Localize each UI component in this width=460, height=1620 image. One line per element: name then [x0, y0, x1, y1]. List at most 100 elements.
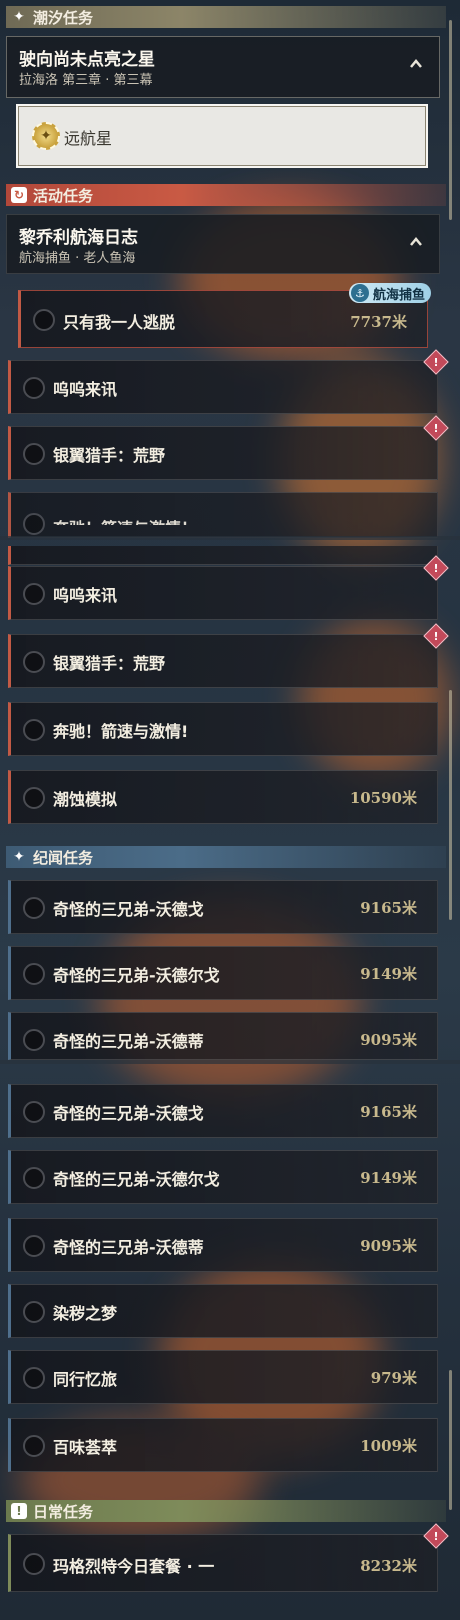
task-tag: ⚓ 航海捕鱼	[348, 283, 431, 303]
radio-indicator[interactable]	[23, 1101, 45, 1123]
radio-indicator[interactable]	[23, 1553, 45, 1575]
task-row[interactable]: 染秽之梦	[8, 1284, 438, 1338]
task-distance: 10590米	[349, 789, 417, 807]
scrollbar[interactable]	[449, 690, 452, 920]
radio-indicator[interactable]	[23, 443, 45, 465]
divider	[0, 536, 460, 540]
task-label: 奇怪的三兄弟-沃德蒂	[53, 1032, 204, 1051]
anchor-icon: ⚓	[350, 284, 369, 302]
task-row[interactable]: 只有我一人逃脱 7737米 ⚓ 航海捕鱼	[18, 283, 431, 348]
task-distance: 7737米	[350, 313, 407, 331]
task-row[interactable]: 奔驰！箭速与激情!	[8, 702, 438, 756]
chevron-up-icon[interactable]	[409, 235, 423, 249]
scrollbar[interactable]	[449, 1370, 452, 1510]
section-title: 日常任务	[33, 1502, 94, 1521]
task-label: 染秽之梦	[53, 1304, 118, 1323]
task-label: 银翼猎手：荒野	[53, 654, 166, 673]
alert-icon: !	[423, 349, 449, 375]
chapter-title: 黎乔利航海日志	[19, 228, 138, 248]
sparkle-icon: ✦	[13, 849, 25, 865]
section-title: 纪闻任务	[33, 848, 94, 867]
task-label: 奔驰！箭速与激情！	[53, 515, 197, 525]
task-distance: 9165米	[360, 899, 417, 917]
refresh-icon: ↻	[10, 186, 28, 204]
task-row[interactable]: 奇怪的三兄弟-沃德蒂 9095米	[8, 1218, 438, 1272]
radio-indicator[interactable]	[23, 1235, 45, 1257]
radio-indicator[interactable]	[23, 1435, 45, 1457]
divider	[0, 1060, 460, 1064]
exclamation-icon: !	[10, 1502, 28, 1520]
radio-indicator[interactable]	[23, 513, 45, 535]
compass-icon: ✦	[32, 122, 60, 150]
task-row[interactable]: 奇怪的三兄弟-沃德戈 9165米	[8, 1084, 438, 1138]
task-distance: 9165米	[360, 1103, 417, 1121]
task-label: 奇怪的三兄弟-沃德戈	[53, 1104, 204, 1123]
task-row[interactable]: 银翼猎手：荒野 !	[8, 623, 449, 688]
task-distance: 9095米	[360, 1237, 417, 1255]
radio-indicator[interactable]	[23, 787, 45, 809]
task-label: 奇怪的三兄弟-沃德蒂	[53, 1238, 204, 1257]
task-label: 银翼猎手：荒野	[53, 446, 166, 465]
section-title: 活动任务	[33, 186, 94, 205]
task-label: 百味荟萃	[53, 1438, 118, 1457]
task-distance: 979米	[370, 1369, 417, 1387]
task-label: 玛格烈特今日套餐 · 一	[53, 1557, 215, 1576]
chapter-subtitle: 航海捕鱼 · 老人鱼海	[19, 251, 136, 266]
alert-icon: !	[423, 555, 449, 581]
radio-indicator[interactable]	[23, 719, 45, 741]
scrollbar[interactable]	[449, 20, 452, 220]
task-distance: 8232米	[360, 1557, 417, 1575]
section-header-daily: ! 日常任务	[6, 1500, 446, 1522]
task-distance: 1009米	[360, 1437, 417, 1455]
task-row[interactable]: 同行忆旅 979米	[8, 1350, 438, 1404]
radio-indicator[interactable]	[23, 377, 45, 399]
chapter-title: 驶向尚未点亮之星	[19, 50, 155, 70]
chevron-up-icon[interactable]	[409, 57, 423, 71]
alert-icon: !	[423, 415, 449, 441]
radio-indicator[interactable]	[23, 1367, 45, 1389]
radio-indicator[interactable]	[23, 1301, 45, 1323]
chapter-subtitle: 拉海洛 第三章 · 第三幕	[19, 73, 153, 88]
task-row[interactable]: 奇怪的三兄弟-沃德蒂 9095米	[8, 1012, 438, 1060]
task-row[interactable]: 银翼猎手：荒野 !	[8, 415, 449, 480]
chapter-card-event[interactable]: 黎乔利航海日志 航海捕鱼 · 老人鱼海	[6, 214, 440, 274]
section-header-story: ✦ 纪闻任务	[6, 846, 446, 868]
quest-panel: ✦ 潮汐任务 驶向尚未点亮之星 拉海洛 第三章 · 第三幕 ✦ 远航星 ↻ 活动…	[0, 0, 460, 1620]
task-label: 只有我一人逃脱	[63, 313, 176, 332]
task-row[interactable]: 奇怪的三兄弟-沃德戈 9165米	[8, 880, 438, 934]
radio-indicator[interactable]	[23, 1167, 45, 1189]
task-row[interactable]: 呜呜来讯 !	[8, 555, 449, 620]
task-row[interactable]: 呜呜来讯 !	[8, 349, 449, 414]
task-label: 奇怪的三兄弟-沃德尔戈	[53, 1170, 220, 1189]
radio-indicator[interactable]	[33, 309, 55, 331]
task-label: 呜呜来讯	[53, 586, 118, 605]
task-distance: 9149米	[360, 1169, 417, 1187]
sparkle-icon: ✦	[13, 9, 25, 25]
task-row[interactable]: 奔驰！箭速与激情！	[8, 492, 438, 538]
pinned-task-label: 远航星	[64, 129, 113, 148]
task-row[interactable]: 潮蚀模拟 10590米	[8, 770, 438, 824]
task-label: 奔驰！箭速与激情!	[53, 722, 189, 741]
radio-indicator[interactable]	[23, 651, 45, 673]
radio-indicator[interactable]	[23, 583, 45, 605]
task-row[interactable]: 奇怪的三兄弟-沃德尔戈 9149米	[8, 946, 438, 1000]
tag-label: 航海捕鱼	[372, 287, 425, 303]
pinned-task[interactable]: ✦ 远航星	[16, 104, 428, 168]
chapter-card-tidal[interactable]: 驶向尚未点亮之星 拉海洛 第三章 · 第三幕	[6, 36, 440, 98]
task-row[interactable]: 奇怪的三兄弟-沃德尔戈 9149米	[8, 1150, 438, 1204]
alert-icon: !	[423, 1523, 449, 1549]
section-header-event: ↻ 活动任务	[6, 184, 446, 206]
task-label: 同行忆旅	[53, 1370, 118, 1389]
task-distance: 9149米	[360, 965, 417, 983]
task-label: 潮蚀模拟	[53, 790, 118, 809]
task-row	[8, 546, 438, 565]
radio-indicator[interactable]	[23, 1029, 45, 1051]
task-distance: 9095米	[360, 1031, 417, 1049]
task-row[interactable]: 百味荟萃 1009米	[8, 1418, 438, 1472]
task-row[interactable]: 玛格烈特今日套餐 · 一 8232米 !	[8, 1523, 449, 1592]
radio-indicator[interactable]	[23, 963, 45, 985]
section-header-tidal: ✦ 潮汐任务	[6, 6, 446, 28]
task-label: 奇怪的三兄弟-沃德戈	[53, 900, 204, 919]
alert-icon: !	[423, 623, 449, 649]
radio-indicator[interactable]	[23, 897, 45, 919]
